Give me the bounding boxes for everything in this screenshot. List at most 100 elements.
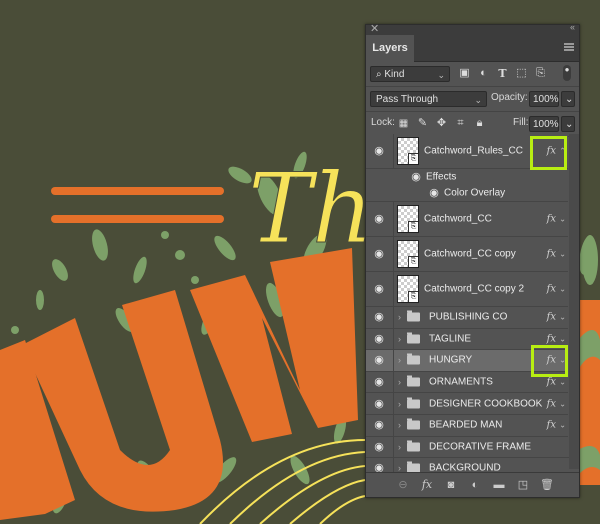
delete-icon[interactable]: 🗑︎ xyxy=(540,478,554,492)
layer-name[interactable]: Catchword_Rules_CC xyxy=(424,146,523,157)
divider xyxy=(393,414,394,436)
layer-row[interactable]: ◉ ⎘ Catchword_CC fx ⌄ xyxy=(366,202,568,237)
fx-icon[interactable]: fx xyxy=(420,478,434,492)
chevron-down-icon[interactable]: ⌄ xyxy=(559,313,566,322)
folder-icon xyxy=(407,353,420,365)
layer-name[interactable]: PUBLISHING CO xyxy=(429,312,507,323)
tab-layers[interactable]: Layers xyxy=(366,35,414,62)
layers-scrollbar[interactable] xyxy=(569,134,579,469)
layer-group-row[interactable]: ◉ › TAGLINE fx ⌄ xyxy=(366,328,568,351)
layer-name[interactable]: Catchword_CC xyxy=(424,214,492,225)
visibility-eye-icon[interactable]: ◉ xyxy=(373,311,385,323)
chevron-down-icon[interactable]: ⌄ xyxy=(559,285,566,294)
layer-name[interactable]: Catchword_CC copy xyxy=(424,249,516,260)
fx-icon[interactable]: fx xyxy=(547,214,556,225)
layer-name[interactable]: TAGLINE xyxy=(429,333,471,344)
fx-icon[interactable]: fx xyxy=(547,420,556,431)
expand-arrow-icon[interactable]: › xyxy=(398,399,401,409)
fx-icon[interactable]: fx xyxy=(547,355,556,366)
chevron-down-icon[interactable]: ⌄ xyxy=(559,356,566,365)
link-layers-icon[interactable]: ⊖ xyxy=(396,478,410,492)
fill-input[interactable]: 100% xyxy=(529,116,559,132)
lock-paint-icon[interactable]: ✎ xyxy=(416,117,429,130)
layer-group-row[interactable]: ◉ › BEARDED MAN fx ⌄ xyxy=(366,414,568,437)
chevron-down-icon[interactable]: ⌄ xyxy=(559,334,566,343)
expand-arrow-icon[interactable]: › xyxy=(398,377,401,387)
visibility-eye-icon[interactable]: ◉ xyxy=(373,333,385,345)
layer-row[interactable]: ◉ ⎘ Catchword_Rules_CC fx ⌃ xyxy=(366,134,568,169)
chevron-down-icon[interactable]: ⌄ xyxy=(559,215,566,224)
lock-all-icon[interactable]: 🔒︎ xyxy=(473,117,486,130)
adjustment-icon[interactable]: ◐ xyxy=(468,478,482,492)
visibility-eye-icon[interactable]: ◉ xyxy=(373,398,385,410)
visibility-eye-icon[interactable]: ◉ xyxy=(373,419,385,431)
visibility-eye-icon[interactable]: ◉ xyxy=(373,248,385,260)
fx-icon[interactable]: fx xyxy=(547,249,556,260)
fx-icon[interactable]: fx xyxy=(547,146,556,157)
visibility-eye-icon[interactable]: ◉ xyxy=(373,213,385,225)
layer-name[interactable]: ORNAMENTS xyxy=(429,377,493,388)
layer-name[interactable]: Catchword_CC copy 2 xyxy=(424,284,524,295)
visibility-eye-icon[interactable]: ◉ xyxy=(410,171,422,183)
adjustment-filter-icon[interactable]: ◐ xyxy=(477,67,490,80)
fx-icon[interactable]: fx xyxy=(547,312,556,323)
opacity-dropdown[interactable]: ⌄ xyxy=(561,91,575,107)
visibility-eye-icon[interactable]: ◉ xyxy=(428,187,440,199)
chevron-down-icon[interactable]: ⌄ xyxy=(559,399,566,408)
layer-group-row[interactable]: ◉ › PUBLISHING CO fx ⌄ xyxy=(366,307,568,329)
filter-kind-dropdown[interactable]: ⌕ Kind ⌄ xyxy=(370,66,450,82)
expand-arrow-icon[interactable]: › xyxy=(398,442,401,452)
layer-group-row-selected[interactable]: ◉ › HUNGRY fx ⌄ xyxy=(366,350,568,372)
fx-icon[interactable]: fx xyxy=(547,284,556,295)
chevron-down-icon[interactable]: ⌄ xyxy=(559,250,566,259)
layer-group-row[interactable]: ◉ › DESIGNER COOKBOOK fx ⌄ xyxy=(366,393,568,415)
lock-position-icon[interactable]: ✥ xyxy=(435,117,448,130)
smart-object-filter-icon[interactable]: ⎘ xyxy=(534,67,547,80)
opacity-label: Opacity: xyxy=(491,92,528,103)
shape-filter-icon[interactable]: ⬚ xyxy=(515,67,528,80)
expand-arrow-icon[interactable]: › xyxy=(398,334,401,344)
new-group-icon[interactable]: ▬ xyxy=(492,478,506,492)
smart-object-badge-icon: ⎘ xyxy=(408,221,418,232)
effect-name: Color Overlay xyxy=(444,187,506,199)
layer-name[interactable]: DECORATIVE FRAME xyxy=(429,441,531,452)
layer-group-row[interactable]: ◉ › ORNAMENTS fx ⌄ xyxy=(366,371,568,394)
visibility-eye-icon[interactable]: ◉ xyxy=(373,145,385,157)
close-icon[interactable]: ✕ xyxy=(370,22,379,35)
opacity-input[interactable]: 100% xyxy=(529,91,559,107)
chevron-down-icon[interactable]: ⌄ xyxy=(559,421,566,430)
lock-transparent-icon[interactable]: ▦ xyxy=(397,117,410,130)
fill-label: Fill: xyxy=(513,117,529,128)
expand-arrow-icon[interactable]: › xyxy=(398,420,401,430)
lock-artboard-icon[interactable]: ⌗ xyxy=(454,117,467,130)
expand-arrow-icon[interactable]: › xyxy=(398,312,401,322)
layer-row[interactable]: ◉ ⎘ Catchword_CC copy fx ⌄ xyxy=(366,237,568,272)
chevron-up-icon[interactable]: ⌃ xyxy=(559,147,566,156)
expand-arrow-icon[interactable]: › xyxy=(398,355,401,365)
effect-item[interactable]: ◉ Color Overlay xyxy=(366,185,568,202)
mask-icon[interactable]: ◙ xyxy=(444,478,458,492)
panel-topbar: ✕ ‹‹ xyxy=(366,22,579,35)
visibility-eye-icon[interactable]: ◉ xyxy=(373,376,385,388)
fx-icon[interactable]: fx xyxy=(547,333,556,344)
image-filter-icon[interactable]: ▣ xyxy=(458,67,471,80)
type-filter-icon[interactable]: T xyxy=(496,67,509,80)
layer-name[interactable]: BEARDED MAN xyxy=(429,420,502,431)
blend-mode-dropdown[interactable]: Pass Through ⌄ xyxy=(370,91,487,107)
collapse-icon[interactable]: ‹‹ xyxy=(570,22,575,32)
filter-toggle[interactable]: ● xyxy=(563,65,571,81)
visibility-eye-icon[interactable]: ◉ xyxy=(373,283,385,295)
effects-row[interactable]: ◉ Effects xyxy=(366,169,568,185)
fx-icon[interactable]: fx xyxy=(547,377,556,388)
new-layer-icon[interactable]: ◳ xyxy=(516,478,530,492)
fill-dropdown[interactable]: ⌄ xyxy=(561,116,575,132)
panel-menu-icon[interactable] xyxy=(564,43,574,51)
layer-row[interactable]: ◉ ⎘ Catchword_CC copy 2 fx ⌄ xyxy=(366,272,568,307)
layer-name[interactable]: HUNGRY xyxy=(429,355,472,366)
fx-icon[interactable]: fx xyxy=(547,398,556,409)
chevron-down-icon[interactable]: ⌄ xyxy=(559,378,566,387)
visibility-eye-icon[interactable]: ◉ xyxy=(373,441,385,453)
visibility-eye-icon[interactable]: ◉ xyxy=(373,354,385,366)
layer-name[interactable]: DESIGNER COOKBOOK xyxy=(429,398,542,409)
layer-group-row[interactable]: ◉ › DECORATIVE FRAME xyxy=(366,436,578,459)
